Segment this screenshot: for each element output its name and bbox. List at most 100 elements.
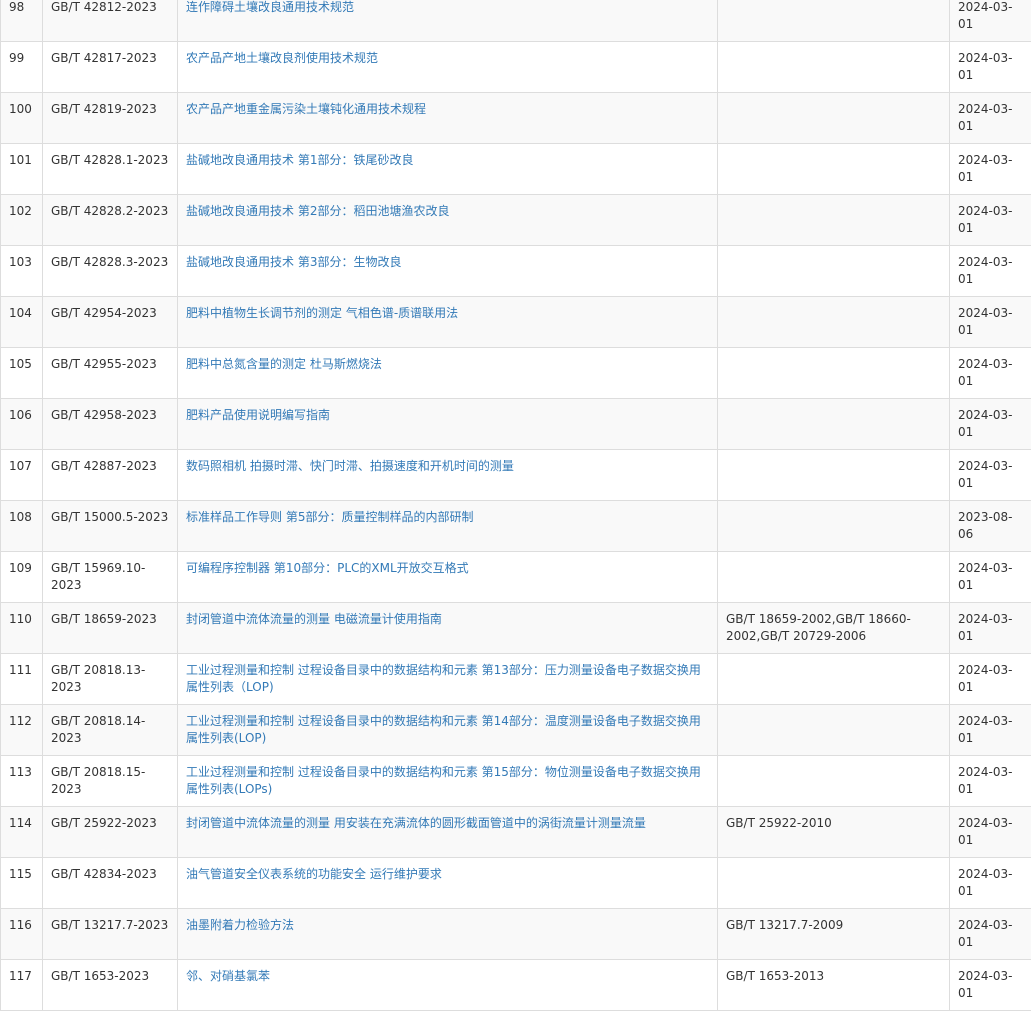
table-row: 114GB/T 25922-2023封闭管道中流体流量的测量 用安装在充满流体的… [1, 807, 1031, 858]
table-row: 107GB/T 42887-2023 数码照相机 拍摄时滞、快门时滞、拍摄速度和开… [1, 450, 1031, 501]
table-row: 108GB/T 15000.5-2023标准样品工作导则 第5部分：质量控制样品… [1, 501, 1031, 552]
standard-code: GB/T 42819-2023 [43, 93, 178, 144]
table-row: 102GB/T 42828.2-2023 盐碱地改良通用技术 第2部分：稻田池塘渔… [1, 195, 1031, 246]
row-number: 109 [1, 552, 43, 603]
replaced-standards [718, 0, 950, 42]
implementation-date: 2024-03-01 [950, 654, 1031, 705]
row-number: 107 [1, 450, 43, 501]
standard-name-link[interactable]: 肥料产品使用说明编写指南 [186, 408, 330, 422]
standard-code: GB/T 42887-2023 [43, 450, 178, 501]
standard-name-cell: 肥料中植物生长调节剂的测定 气相色谱-质谱联用法 [178, 297, 718, 348]
implementation-date: 2024-03-01 [950, 705, 1031, 756]
standard-name-link[interactable]: 油气管道安全仪表系统的功能安全 运行维护要求 [186, 867, 442, 881]
replaced-standards [718, 756, 950, 807]
replaced-standards [718, 297, 950, 348]
standard-name-cell: 油墨附着力检验方法 [178, 909, 718, 960]
implementation-date: 2024-03-01 [950, 399, 1031, 450]
standard-code: GB/T 1653-2023 [43, 960, 178, 1011]
standard-name-cell: 标准样品工作导则 第5部分：质量控制样品的内部研制 [178, 501, 718, 552]
implementation-date: 2024-03-01 [950, 807, 1031, 858]
replaced-standards [718, 144, 950, 195]
standard-code: GB/T 20818.15-2023 [43, 756, 178, 807]
standard-name-link[interactable]: 工业过程测量和控制 过程设备目录中的数据结构和元素 第14部分：温度测量设备电子… [186, 714, 701, 745]
standard-name-link[interactable]: 肥料中总氮含量的测定 杜马斯燃烧法 [186, 357, 382, 371]
table-row: 112GB/T 20818.14-2023 工业过程测量和控制 过程设备目录中的数… [1, 705, 1031, 756]
row-number: 100 [1, 93, 43, 144]
replaced-standards [718, 93, 950, 144]
implementation-date: 2024-03-01 [950, 552, 1031, 603]
standard-name-link[interactable]: 封闭管道中流体流量的测量 用安装在充满流体的圆形截面管道中的涡街流量计测量流量 [186, 816, 646, 830]
row-number: 112 [1, 705, 43, 756]
standard-code: GB/T 20818.13-2023 [43, 654, 178, 705]
standard-name-cell: 可编程序控制器 第10部分：PLC的XML开放交互格式 [178, 552, 718, 603]
standard-name-cell: 工业过程测量和控制 过程设备目录中的数据结构和元素 第14部分：温度测量设备电子… [178, 705, 718, 756]
row-number: 99 [1, 42, 43, 93]
table-row: 116GB/T 13217.7-2023油墨附着力检验方法GB/T 13217.… [1, 909, 1031, 960]
replaced-standards [718, 501, 950, 552]
standard-name-link[interactable]: 农产品产地土壤改良剂使用技术规范 [186, 51, 378, 65]
replaced-standards [718, 195, 950, 246]
standard-name-link[interactable]: 可编程序控制器 第10部分：PLC的XML开放交互格式 [186, 561, 469, 575]
replaced-standards [718, 246, 950, 297]
standard-name-link[interactable]: 邻、对硝基氯苯 [186, 969, 270, 983]
replaced-standards [718, 42, 950, 93]
row-number: 104 [1, 297, 43, 348]
replaced-standards [718, 705, 950, 756]
standard-name-link[interactable]: 盐碱地改良通用技术 第1部分：铁尾砂改良 [186, 153, 413, 167]
standard-name-link[interactable]: 肥料中植物生长调节剂的测定 气相色谱-质谱联用法 [186, 306, 458, 320]
replaced-standards [718, 552, 950, 603]
table-row: 103GB/T 42828.3-2023盐碱地改良通用技术 第3部分：生物改良2… [1, 246, 1031, 297]
table-row: 98GB/T 42812-2023连作障碍土壤改良通用技术规范2024-03-0… [1, 0, 1031, 42]
standard-name-cell: 肥料产品使用说明编写指南 [178, 399, 718, 450]
table-row: 100GB/T 42819-2023 农产品产地重金属污染土壤钝化通用技术规程 20… [1, 93, 1031, 144]
standard-name-cell: 封闭管道中流体流量的测量 用安装在充满流体的圆形截面管道中的涡街流量计测量流量 [178, 807, 718, 858]
standard-name-link[interactable]: 农产品产地重金属污染土壤钝化通用技术规程 [186, 102, 426, 116]
replaced-standards [718, 399, 950, 450]
standard-name-link[interactable]: 连作障碍土壤改良通用技术规范 [186, 0, 354, 14]
implementation-date: 2024-03-01 [950, 93, 1031, 144]
standard-name-link[interactable]: 盐碱地改良通用技术 第2部分：稻田池塘渔农改良 [186, 204, 449, 218]
standard-name-cell: 农产品产地土壤改良剂使用技术规范 [178, 42, 718, 93]
standard-name-link[interactable]: 盐碱地改良通用技术 第3部分：生物改良 [186, 255, 401, 269]
standard-code: GB/T 42955-2023 [43, 348, 178, 399]
row-number: 117 [1, 960, 43, 1011]
table-row: 110GB/T 18659-2023封闭管道中流体流量的测量 电磁流量计使用指南… [1, 603, 1031, 654]
standards-table: 98GB/T 42812-2023连作障碍土壤改良通用技术规范2024-03-0… [0, 0, 1031, 1011]
implementation-date: 2024-03-01 [950, 756, 1031, 807]
standard-name-link[interactable]: 油墨附着力检验方法 [186, 918, 294, 932]
standard-name-cell: 封闭管道中流体流量的测量 电磁流量计使用指南 [178, 603, 718, 654]
standard-name-cell: 数码照相机 拍摄时滞、快门时滞、拍摄速度和开机时间的测量 [178, 450, 718, 501]
standard-name-cell: 农产品产地重金属污染土壤钝化通用技术规程 [178, 93, 718, 144]
standard-code: GB/T 42828.2-2023 [43, 195, 178, 246]
standard-name-link[interactable]: 标准样品工作导则 第5部分：质量控制样品的内部研制 [186, 510, 473, 524]
standard-code: GB/T 42954-2023 [43, 297, 178, 348]
implementation-date: 2024-03-01 [950, 195, 1031, 246]
standard-code: GB/T 42958-2023 [43, 399, 178, 450]
row-number: 102 [1, 195, 43, 246]
row-number: 114 [1, 807, 43, 858]
table-row: 117GB/T 1653-2023邻、对硝基氯苯GB/T 1653-201320… [1, 960, 1031, 1011]
row-number: 101 [1, 144, 43, 195]
replaced-standards [718, 450, 950, 501]
table-row: 113GB/T 20818.15-2023工业过程测量和控制 过程设备目录中的数… [1, 756, 1031, 807]
table-body: 98GB/T 42812-2023连作障碍土壤改良通用技术规范2024-03-0… [1, 0, 1031, 1011]
standard-name-cell: 工业过程测量和控制 过程设备目录中的数据结构和元素 第15部分：物位测量设备电子… [178, 756, 718, 807]
standard-code: GB/T 42828.1-2023 [43, 144, 178, 195]
standard-name-link[interactable]: 封闭管道中流体流量的测量 电磁流量计使用指南 [186, 612, 442, 626]
replaced-standards: GB/T 1653-2013 [718, 960, 950, 1011]
replaced-standards: GB/T 13217.7-2009 [718, 909, 950, 960]
table-row: 106GB/T 42958-2023肥料产品使用说明编写指南2024-03-01 [1, 399, 1031, 450]
standard-name-link[interactable]: 数码照相机 拍摄时滞、快门时滞、拍摄速度和开机时间的测量 [186, 459, 514, 473]
standard-code: GB/T 42812-2023 [43, 0, 178, 42]
table-row: 99GB/T 42817-2023农产品产地土壤改良剂使用技术规范2024-03… [1, 42, 1031, 93]
standard-name-cell: 工业过程测量和控制 过程设备目录中的数据结构和元素 第13部分：压力测量设备电子… [178, 654, 718, 705]
row-number: 110 [1, 603, 43, 654]
standard-code: GB/T 20818.14-2023 [43, 705, 178, 756]
standard-name-cell: 盐碱地改良通用技术 第1部分：铁尾砂改良 [178, 144, 718, 195]
table-row: 109GB/T 15969.10-2023可编程序控制器 第10部分：PLC的X… [1, 552, 1031, 603]
standard-name-link[interactable]: 工业过程测量和控制 过程设备目录中的数据结构和元素 第13部分：压力测量设备电子… [186, 663, 701, 694]
table-row: 104GB/T 42954-2023 肥料中植物生长调节剂的测定 气相色谱-质谱联… [1, 297, 1031, 348]
standard-name-link[interactable]: 工业过程测量和控制 过程设备目录中的数据结构和元素 第15部分：物位测量设备电子… [186, 765, 701, 796]
standard-code: GB/T 42834-2023 [43, 858, 178, 909]
standard-name-cell: 油气管道安全仪表系统的功能安全 运行维护要求 [178, 858, 718, 909]
